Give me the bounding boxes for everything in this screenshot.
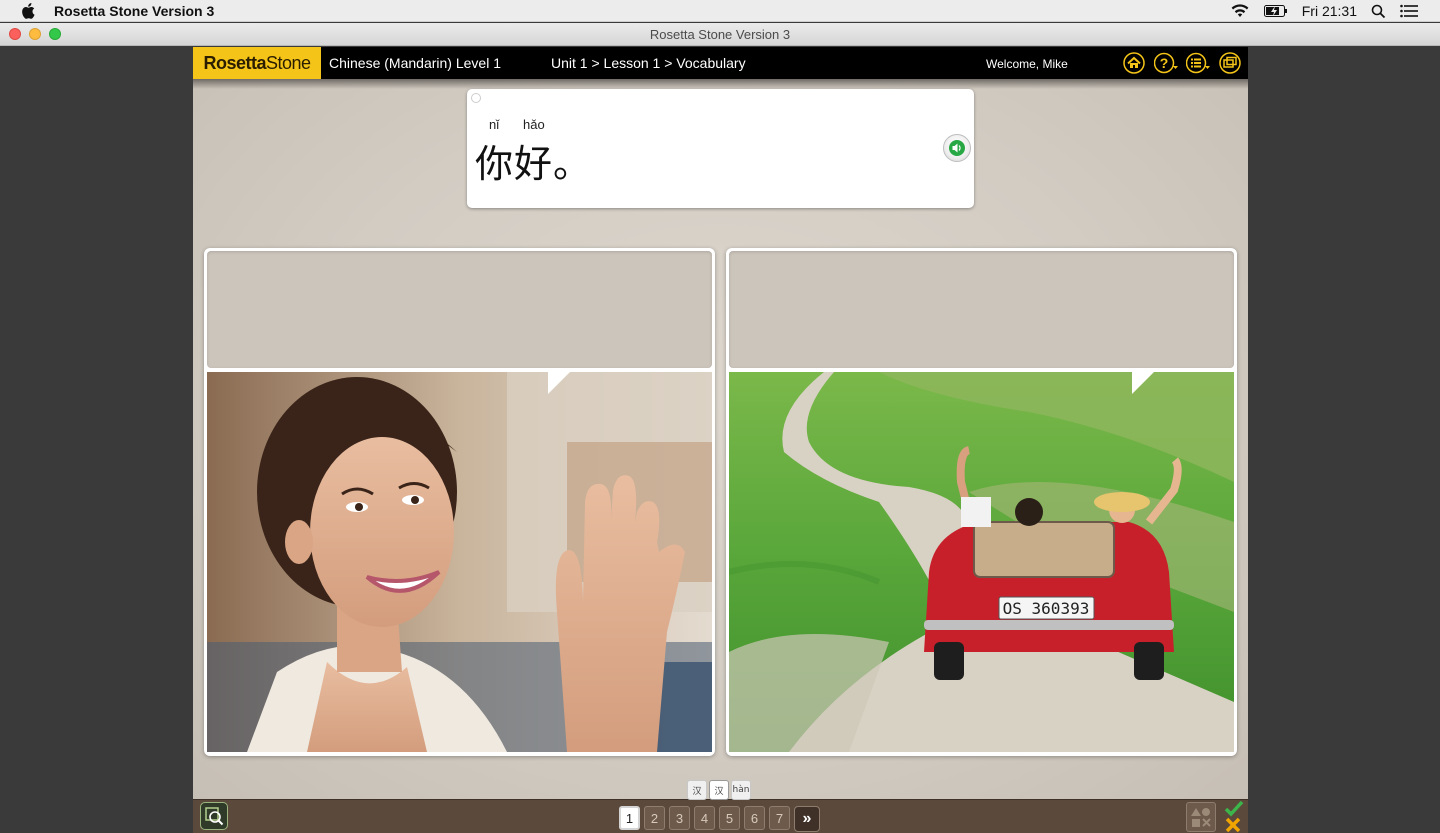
menubar-clock[interactable]: Fri 21:31 [1302, 3, 1357, 19]
menubar-app-name[interactable]: Rosetta Stone Version 3 [54, 3, 214, 19]
photo-woman-waving[interactable] [207, 372, 712, 752]
answer-caption-2 [729, 251, 1234, 368]
pinyin-hao: hǎo [523, 117, 545, 132]
wifi-icon[interactable] [1230, 4, 1250, 18]
breadcrumb[interactable]: Unit 1 > Lesson 1 > Vocabulary [551, 55, 746, 71]
window-titlebar[interactable]: Rosetta Stone Version 3 [0, 23, 1440, 46]
answer-card-1[interactable] [204, 248, 715, 756]
next-page-button[interactable]: » [794, 806, 820, 832]
spotlight-search-icon[interactable] [1371, 4, 1386, 19]
play-audio-button[interactable] [943, 134, 971, 162]
window-title: Rosetta Stone Version 3 [649, 27, 791, 42]
rosetta-stone-logo: Rosetta Stone [193, 47, 321, 79]
apple-icon[interactable] [20, 2, 36, 19]
pin-icon[interactable] [471, 93, 481, 103]
welcome-text: Welcome, Mike [986, 57, 1068, 71]
course-title[interactable]: Chinese (Mandarin) Level 1 [329, 55, 501, 71]
svg-text:?: ? [1160, 55, 1169, 71]
home-icon[interactable] [1122, 52, 1146, 74]
page-button-6[interactable]: 6 [744, 806, 765, 830]
battery-icon[interactable] [1263, 5, 1288, 17]
speaker-icon [949, 140, 965, 156]
logo-bold: Rosetta [203, 52, 266, 73]
prompt-card: nǐ hǎo 你好。 [467, 89, 974, 208]
page-button-4[interactable]: 4 [694, 806, 715, 830]
rosetta-app: Rosetta Stone Chinese (Mandarin) Level 1 … [193, 47, 1248, 833]
notification-center-icon[interactable] [1400, 4, 1418, 18]
photo-car-road[interactable]: OS 360393 [729, 372, 1234, 752]
page-button-1[interactable]: 1 [619, 806, 640, 830]
script-option-simplified-pinyin[interactable]: 汉 [687, 780, 707, 800]
page-button-5[interactable]: 5 [719, 806, 740, 830]
shapes-button[interactable] [1186, 802, 1216, 832]
answer-card-2[interactable]: OS 360393 [726, 248, 1237, 756]
app-header: Rosetta Stone Chinese (Mandarin) Level 1 … [193, 47, 1248, 79]
shapes-icon [1191, 808, 1211, 827]
logo-rest: Stone [265, 52, 311, 73]
menu-list-icon[interactable] [1186, 52, 1210, 74]
cross-icon [1225, 817, 1241, 833]
script-option-pinyin[interactable]: hàn [731, 780, 751, 800]
help-icon[interactable]: ? [1154, 52, 1178, 74]
card-pointer-2 [1132, 372, 1154, 394]
check-icon [1224, 800, 1244, 817]
zoom-icon [205, 807, 224, 826]
pinyin-ni: nǐ [489, 117, 500, 132]
zoom-button[interactable] [200, 802, 228, 830]
prompt-text: 你好。 [475, 142, 593, 186]
screen-pager: 1 2 3 4 5 6 7 » [619, 806, 820, 832]
lesson-stage: nǐ hǎo 你好。 OS 360393 [193, 79, 1248, 799]
card-pointer-1 [548, 372, 570, 394]
answer-caption-1 [207, 251, 712, 368]
window-icon[interactable] [1218, 52, 1242, 74]
menubar: Rosetta Stone Version 3 Fri 21:31 [0, 0, 1440, 22]
header-icons: ? [1122, 52, 1242, 74]
page-button-7[interactable]: 7 [769, 806, 790, 830]
page-button-2[interactable]: 2 [644, 806, 665, 830]
page-button-3[interactable]: 3 [669, 806, 690, 830]
answer-feedback [1224, 800, 1244, 833]
script-switcher: 汉 汉 hàn [687, 780, 751, 800]
script-option-simplified[interactable]: 汉 [709, 780, 729, 800]
menubar-status-area: Fri 21:31 [1230, 0, 1440, 22]
svg-text:OS 360393: OS 360393 [1003, 599, 1090, 618]
